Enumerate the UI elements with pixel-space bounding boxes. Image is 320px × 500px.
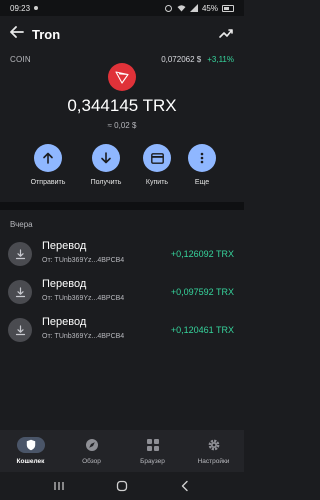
app-bar: Tron: [0, 16, 244, 52]
nav-label-settings: Настройки: [197, 458, 230, 465]
signal-icon: [189, 4, 198, 12]
tron-logo-icon: [108, 63, 136, 91]
bottom-navigation: Кошелек Обзор Браузер Настройки: [0, 430, 244, 472]
more-label: Еще: [194, 179, 210, 186]
coin-type-label: COIN: [10, 54, 31, 64]
history-section-title: Вчера: [10, 220, 33, 229]
transaction-row[interactable]: Перевод От: TUnb369Yz...4BPCB4 +0,120461…: [0, 312, 244, 350]
back-arrow-icon[interactable]: [10, 25, 32, 44]
notification-dot-icon: [34, 6, 39, 10]
transaction-amount: +0,126092 TRX: [170, 249, 234, 259]
transaction-from: От: TUnb369Yz...4BPCB4: [42, 257, 125, 264]
send-label: Отправить: [30, 179, 66, 186]
recent-apps-icon[interactable]: [52, 479, 66, 493]
grid-icon: [122, 435, 183, 455]
system-navigation-bar: [0, 472, 244, 500]
transaction-row[interactable]: Перевод От: TUnb369Yz...4BPCB4 +0,126092…: [0, 236, 244, 274]
download-icon: [8, 280, 32, 304]
card-icon: [143, 144, 171, 172]
more-button[interactable]: Еще: [172, 144, 232, 186]
coin-price: 0,072062 $: [161, 54, 202, 64]
coin-price-change: +3,11%: [207, 54, 234, 64]
status-bar: 09:23 45%: [0, 0, 244, 16]
system-back-icon[interactable]: [178, 479, 192, 493]
battery-percent: 45%: [201, 3, 218, 13]
wifi-icon: [177, 5, 186, 12]
status-time: 09:23: [10, 3, 31, 13]
section-divider: [0, 202, 244, 210]
battery-icon: [222, 4, 234, 12]
nav-item-discover[interactable]: Обзор: [61, 430, 122, 472]
download-icon: [8, 242, 32, 266]
balance-fiat: ≈ 0,02 $: [107, 121, 137, 130]
nav-item-browser[interactable]: Браузер: [122, 430, 183, 472]
download-icon: [8, 318, 32, 342]
arrow-down-icon: [92, 144, 120, 172]
transaction-from: От: TUnb369Yz...4BPCB4: [42, 333, 125, 340]
action-row: Отправить Получить Купить Еще: [0, 144, 244, 194]
gear-icon: [183, 435, 244, 455]
chart-trend-icon[interactable]: [218, 26, 234, 42]
nav-label-browser: Браузер: [140, 458, 165, 465]
more-vertical-icon: [188, 144, 216, 172]
transaction-title: Перевод: [42, 240, 87, 252]
transaction-amount: +0,097592 TRX: [170, 287, 234, 297]
transaction-from: От: TUnb369Yz...4BPCB4: [42, 295, 125, 302]
page-title: Tron: [32, 26, 61, 42]
nav-item-settings[interactable]: Настройки: [183, 430, 244, 472]
transaction-title: Перевод: [42, 316, 87, 328]
compass-icon: [61, 435, 122, 455]
shield-icon: [16, 437, 45, 453]
nav-label-discover: Обзор: [82, 458, 101, 465]
arrow-up-icon: [34, 144, 62, 172]
transaction-amount: +0,120461 TRX: [170, 325, 234, 335]
balance-amount: 0,344145 TRX: [67, 96, 177, 115]
transaction-title: Перевод: [42, 278, 87, 290]
nav-item-wallet[interactable]: Кошелек: [0, 430, 61, 472]
send-button[interactable]: Отправить: [18, 144, 78, 186]
transaction-row[interactable]: Перевод От: TUnb369Yz...4BPCB4 +0,097592…: [0, 274, 244, 312]
home-icon[interactable]: [115, 479, 129, 493]
nav-label-wallet: Кошелек: [16, 458, 45, 465]
alarm-icon: [164, 5, 172, 12]
